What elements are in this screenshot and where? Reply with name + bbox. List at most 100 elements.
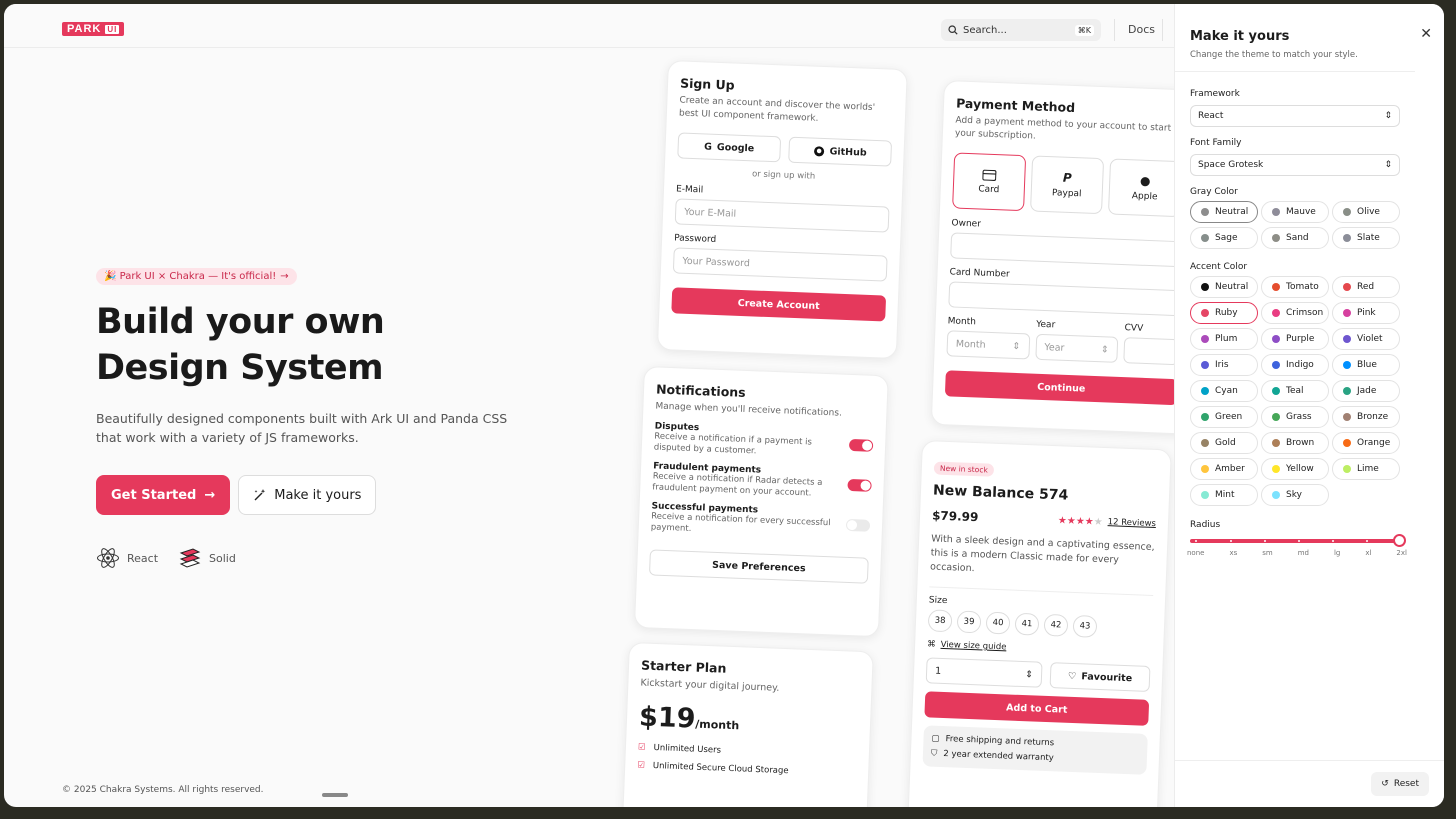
accent-option-label: Lime xyxy=(1357,464,1379,474)
quantity-stepper[interactable]: 1 ⇕ xyxy=(925,657,1043,688)
accent-option-bronze[interactable]: Bronze xyxy=(1332,406,1400,428)
color-swatch-icon xyxy=(1272,387,1280,395)
size-option[interactable]: 38 xyxy=(927,609,953,633)
gray-option-slate[interactable]: Slate xyxy=(1332,227,1400,249)
cvv-field[interactable] xyxy=(1123,337,1180,366)
docs-link[interactable]: Docs xyxy=(1114,19,1155,41)
cvv-label: CVV xyxy=(1124,323,1144,334)
accent-option-jade[interactable]: Jade xyxy=(1332,380,1400,402)
font-family-select[interactable]: Space Grotesk ⇕ xyxy=(1190,154,1400,176)
accent-option-ruby[interactable]: Ruby xyxy=(1190,302,1258,324)
github-button[interactable]: GitHub xyxy=(788,136,893,167)
undo-icon: ↺ xyxy=(1381,779,1389,789)
save-preferences-button[interactable]: Save Preferences xyxy=(648,549,869,584)
size-option[interactable]: 40 xyxy=(985,611,1011,635)
color-swatch-icon xyxy=(1343,361,1351,369)
radius-slider-thumb[interactable] xyxy=(1393,534,1406,547)
gray-option-sand[interactable]: Sand xyxy=(1261,227,1329,249)
size-option[interactable]: 42 xyxy=(1043,613,1069,637)
add-to-cart-button[interactable]: Add to Cart xyxy=(924,691,1150,726)
accent-option-green[interactable]: Green xyxy=(1190,406,1258,428)
owner-field[interactable] xyxy=(950,232,1183,268)
accent-option-label: Red xyxy=(1357,282,1375,292)
size-option[interactable]: 43 xyxy=(1072,614,1098,638)
accent-option-sky[interactable]: Sky xyxy=(1261,484,1329,506)
accent-option-blue[interactable]: Blue xyxy=(1332,354,1400,376)
accent-option-indigo[interactable]: Indigo xyxy=(1261,354,1329,376)
radius-tick-mark xyxy=(1264,540,1266,542)
park-ui-logo[interactable]: PARK UI xyxy=(62,22,125,36)
make-it-yours-button[interactable]: Make it yours xyxy=(238,475,377,515)
accent-option-purple[interactable]: Purple xyxy=(1261,328,1329,350)
notification-list: Disputes Receive a notification if a pay… xyxy=(651,421,874,541)
year-select[interactable]: Year ⇕ xyxy=(1034,333,1119,363)
gray-option-neutral[interactable]: Neutral xyxy=(1190,201,1258,223)
password-field[interactable]: Your Password xyxy=(672,247,888,282)
get-started-button[interactable]: Get Started → xyxy=(96,475,231,515)
gray-option-mauve[interactable]: Mauve xyxy=(1261,201,1329,223)
framework-react[interactable]: React xyxy=(96,547,158,569)
accent-option-lime[interactable]: Lime xyxy=(1332,458,1400,480)
plan-feature: ☑ Unlimited Users xyxy=(638,742,857,760)
chevron-updown-icon: ⇕ xyxy=(1384,160,1392,170)
divider xyxy=(1175,71,1415,72)
close-icon[interactable]: ✕ xyxy=(1420,26,1432,42)
accent-option-label: Grass xyxy=(1286,412,1312,422)
accent-option-tomato[interactable]: Tomato xyxy=(1261,276,1329,298)
search-placeholder: Search... xyxy=(963,24,1007,36)
radius-tick-mark xyxy=(1195,540,1197,542)
favourite-button[interactable]: ♡ Favourite xyxy=(1049,662,1151,692)
accent-option-cyan[interactable]: Cyan xyxy=(1190,380,1258,402)
accent-option-red[interactable]: Red xyxy=(1332,276,1400,298)
framework-solid[interactable]: Solid xyxy=(178,547,236,569)
payment-method-apple[interactable]: ● Apple xyxy=(1107,158,1183,218)
reset-button[interactable]: ↺ Reset xyxy=(1371,772,1429,796)
size-guide-link[interactable]: ⌘ View size guide xyxy=(927,639,1151,658)
continue-button[interactable]: Continue xyxy=(944,370,1178,406)
accent-option-orange[interactable]: Orange xyxy=(1332,432,1400,454)
announcement-pill[interactable]: 🎉 Park UI × Chakra — It's official! → xyxy=(96,268,297,285)
accent-option-brown[interactable]: Brown xyxy=(1261,432,1329,454)
product-card: New in stock New Balance 574 $79.99 ★★★★… xyxy=(907,440,1172,807)
gray-option-sage[interactable]: Sage xyxy=(1190,227,1258,249)
search-input[interactable]: Search... ⌘K xyxy=(941,19,1101,41)
panel-title: Make it yours xyxy=(1190,29,1290,44)
accent-option-grass[interactable]: Grass xyxy=(1261,406,1329,428)
framework-select[interactable]: React ⇕ xyxy=(1190,105,1400,127)
accent-option-iris[interactable]: Iris xyxy=(1190,354,1258,376)
payment-method-card[interactable]: Card xyxy=(952,152,1027,212)
google-button[interactable]: G Google xyxy=(677,132,782,163)
payment-method-paypal[interactable]: P Paypal xyxy=(1030,155,1105,215)
chevron-updown-icon[interactable]: ⇕ xyxy=(1025,669,1033,680)
color-swatch-icon xyxy=(1201,283,1209,291)
signup-card: Sign Up Create an account and discover t… xyxy=(656,60,908,359)
fraudulent-toggle[interactable] xyxy=(847,478,872,492)
size-option[interactable]: 41 xyxy=(1014,612,1040,636)
color-swatch-icon xyxy=(1272,335,1280,343)
accent-option-violet[interactable]: Violet xyxy=(1332,328,1400,350)
scroll-indicator[interactable] xyxy=(322,793,348,797)
disputes-toggle[interactable] xyxy=(848,438,874,452)
gray-option-label: Neutral xyxy=(1215,207,1249,217)
email-field[interactable]: Your E-Mail xyxy=(674,198,890,233)
accent-option-gold[interactable]: Gold xyxy=(1190,432,1258,454)
star-rating: ★★★★★ xyxy=(1057,514,1103,528)
accent-option-amber[interactable]: Amber xyxy=(1190,458,1258,480)
reviews-link[interactable]: 12 Reviews xyxy=(1108,517,1157,529)
product-price: $79.99 xyxy=(931,508,979,525)
accent-option-yellow[interactable]: Yellow xyxy=(1261,458,1329,480)
radius-slider[interactable] xyxy=(1190,534,1406,547)
hero-description: Beautifully designed components built wi… xyxy=(96,411,508,445)
accent-option-plum[interactable]: Plum xyxy=(1190,328,1258,350)
size-option[interactable]: 39 xyxy=(956,610,982,634)
create-account-button[interactable]: Create Account xyxy=(671,287,887,322)
successful-toggle[interactable] xyxy=(845,518,871,532)
accent-option-teal[interactable]: Teal xyxy=(1261,380,1329,402)
accent-option-neutral[interactable]: Neutral xyxy=(1190,276,1258,298)
gray-option-olive[interactable]: Olive xyxy=(1332,201,1400,223)
accent-option-mint[interactable]: Mint xyxy=(1190,484,1258,506)
month-select[interactable]: Month ⇕ xyxy=(946,330,1030,360)
accent-option-pink[interactable]: Pink xyxy=(1332,302,1400,324)
card-number-field[interactable] xyxy=(948,281,1182,317)
accent-option-crimson[interactable]: Crimson xyxy=(1261,302,1329,324)
